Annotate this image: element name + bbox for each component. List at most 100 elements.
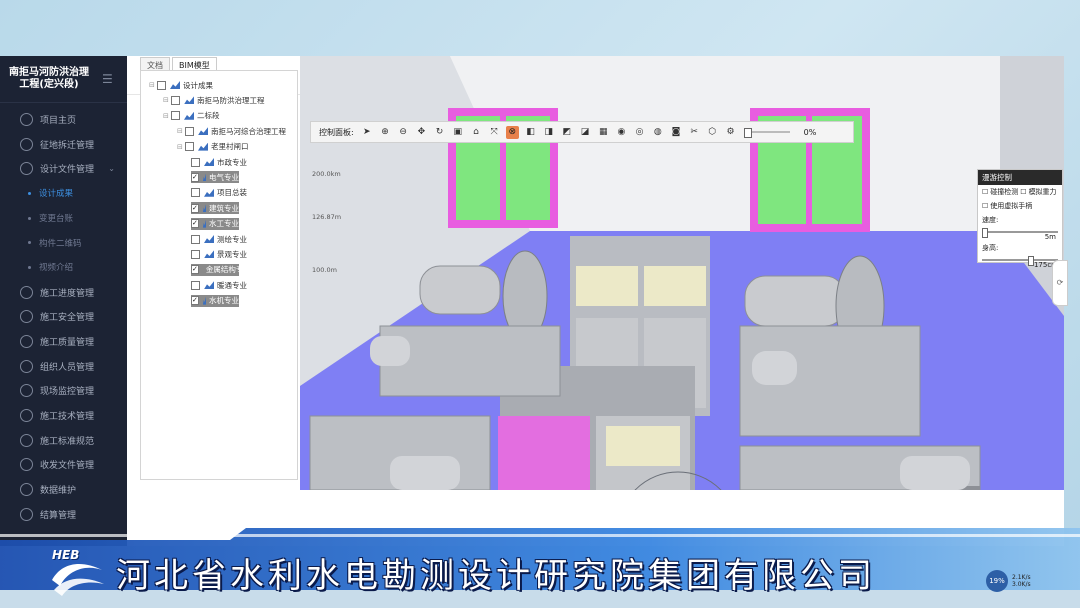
app-title: 南拒马河防洪治理工程(定兴段) — [9, 67, 89, 90]
measure-icon[interactable]: ⌂ — [469, 126, 482, 139]
box-icon[interactable]: ◨ — [542, 126, 555, 139]
tree-node[interactable]: 市政专业 — [191, 156, 247, 168]
tree-node[interactable]: ✓ 建筑专业 — [191, 202, 239, 215]
height-row: 身高: — [978, 241, 1062, 255]
tree-node[interactable]: 项目总装 — [191, 187, 247, 199]
sidebar-item[interactable]: 施工标准规范 — [0, 428, 127, 453]
sidebar-item[interactable]: 结算管理 — [0, 502, 127, 527]
sidebar: 南拒马河防洪治理工程(定兴段) ☰ 项目主页征地拆迁管理设计文件管理 ⌄ 设计成果变… — [0, 56, 127, 546]
tree-checkbox[interactable] — [191, 234, 200, 244]
tree-toggle-icon[interactable]: ⊟ — [163, 96, 171, 104]
sidebar-item[interactable]: 视频介绍 — [0, 255, 127, 280]
tree-node[interactable]: 景观专业 — [191, 248, 247, 260]
model-tree: ⊟ 设计成果 ⊟ 南拒马防洪治理工程 ⊟ 二标段 ⊟ 南拒马河综合治理工程 ⊟ 老里村闸口市政专业… — [140, 70, 298, 480]
fit-icon[interactable]: ⤧ — [488, 126, 501, 139]
box-2-icon[interactable]: ◩ — [560, 126, 573, 139]
box-3-icon[interactable]: ◪ — [579, 126, 592, 139]
model-icon — [184, 96, 194, 105]
cube-icon[interactable]: ◧ — [524, 126, 537, 139]
menu-icon — [20, 458, 33, 472]
scissors-icon[interactable]: ✂ — [688, 126, 701, 139]
sidebar-item[interactable]: 项目主页 — [0, 107, 127, 132]
sidebar-item-label: 组织人员管理 — [40, 362, 95, 373]
sidebar-item-label: 项目主页 — [40, 115, 77, 126]
collision-checkbox[interactable]: ☐ — [982, 188, 988, 196]
tree-node[interactable]: ✓ 水机专业 — [191, 294, 239, 307]
tree-node[interactable]: 测绘专业 — [191, 233, 247, 245]
joystick-label: 使用虚拟手柄 — [990, 202, 1033, 210]
refresh-side-tab[interactable]: ⟳ — [1052, 260, 1068, 306]
cancel-icon[interactable]: ⊗ — [505, 125, 519, 139]
tree-checkbox[interactable]: ✓ — [191, 265, 199, 275]
sidebar-item[interactable]: 施工技术管理 — [0, 403, 127, 428]
tree-node[interactable]: ⊟ 老里村闸口 — [177, 141, 249, 153]
tree-node-label: 暖通专业 — [217, 280, 247, 290]
select-icon[interactable]: ➤ — [360, 126, 373, 139]
eye-2-icon[interactable]: ◍ — [651, 126, 664, 139]
tree-toggle-icon[interactable]: ⊟ — [149, 81, 157, 89]
model-icon[interactable]: ⬡ — [706, 126, 719, 139]
tree-checkbox[interactable] — [185, 142, 194, 152]
sidebar-item-label: 设计成果 — [39, 189, 74, 200]
sidebar-item-label: 征地拆迁管理 — [40, 140, 95, 151]
sidebar-item-label: 视频介绍 — [39, 263, 74, 274]
sidebar-item[interactable]: 变更台账 — [0, 206, 127, 231]
tree-checkbox[interactable] — [185, 126, 194, 136]
menu-icon — [20, 507, 33, 521]
menu-icon — [20, 335, 33, 349]
tree-checkbox[interactable] — [191, 188, 200, 198]
eye-icon[interactable]: ◎ — [633, 126, 646, 139]
tree-node[interactable]: ⊟ 设计成果 — [149, 79, 213, 91]
grid-icon[interactable]: ▦ — [597, 126, 610, 139]
sidebar-item[interactable]: 施工质量管理 — [0, 329, 127, 354]
sidebar-item[interactable]: 设计文件管理 ⌄ — [0, 156, 127, 181]
menu-toggle-icon[interactable]: ☰ — [102, 72, 113, 86]
zoom-out-icon[interactable]: ⊖ — [397, 126, 410, 139]
tree-checkbox[interactable] — [157, 80, 166, 90]
tree-checkbox[interactable]: ✓ — [191, 203, 199, 213]
tree-node[interactable]: 暖通专业 — [191, 279, 247, 291]
tree-node[interactable]: ⊟ 南拒马河综合治理工程 — [177, 125, 286, 137]
transparency-slider[interactable] — [743, 128, 790, 138]
settings-icon[interactable]: ⚙ — [724, 126, 737, 139]
sidebar-item[interactable]: 征地拆迁管理 — [0, 132, 127, 157]
speed-slider[interactable] — [982, 228, 1058, 238]
sidebar-item[interactable]: 施工安全管理 — [0, 305, 127, 330]
sidebar-item[interactable]: 收发文件管理 — [0, 453, 127, 478]
sidebar-item[interactable]: 构件二维码 — [0, 230, 127, 255]
tree-toggle-icon[interactable]: ⊟ — [177, 143, 185, 151]
zoom-in-icon[interactable]: ⊕ — [378, 126, 391, 139]
tree-checkbox[interactable]: ✓ — [191, 296, 199, 306]
tree-checkbox[interactable] — [191, 249, 200, 259]
sidebar-item[interactable]: 设计成果 — [0, 181, 127, 206]
sidebar-item[interactable]: 施工进度管理 — [0, 280, 127, 305]
tree-checkbox[interactable] — [191, 280, 200, 290]
joystick-checkbox[interactable]: ☐ — [982, 202, 988, 210]
tree-node[interactable]: ⊟ 二标段 — [163, 110, 220, 122]
tree-node[interactable]: ✓ 金属结构专业 — [191, 263, 251, 276]
height-slider[interactable] — [982, 256, 1058, 266]
tree-checkbox[interactable] — [171, 95, 180, 105]
tree-checkbox[interactable] — [171, 111, 180, 121]
sidebar-item[interactable]: 现场监控管理 — [0, 379, 127, 404]
rotate-icon[interactable]: ↻ — [433, 126, 446, 139]
sidebar-item[interactable]: 组织人员管理 — [0, 354, 127, 379]
tree-checkbox[interactable] — [191, 157, 200, 167]
tree-checkbox[interactable]: ✓ — [191, 172, 199, 182]
section-icon[interactable]: ▣ — [451, 126, 464, 139]
tree-toggle-icon[interactable]: ⊟ — [163, 112, 171, 120]
layer-icon[interactable]: ◉ — [615, 126, 628, 139]
tree-node[interactable]: ⊟ 南拒马防洪治理工程 — [163, 94, 265, 106]
brand: 南拒马河防洪治理工程(定兴段) ☰ — [0, 56, 127, 103]
speed-row: 速度: — [978, 213, 1062, 227]
tree-node[interactable]: ✓ 电气专业 — [191, 171, 239, 184]
tree-toggle-icon[interactable]: ⊟ — [177, 127, 185, 135]
camera-icon[interactable]: ◙ — [669, 126, 682, 139]
tree-checkbox[interactable]: ✓ — [191, 219, 199, 229]
sidebar-item-label: 构件二维码 — [39, 238, 82, 249]
tree-node[interactable]: ✓ 水工专业 — [191, 217, 239, 230]
gravity-checkbox[interactable]: ☐ — [1020, 188, 1026, 196]
sidebar-item[interactable]: 数据维护 — [0, 477, 127, 502]
sidebar-item-label: 施工标准规范 — [40, 436, 95, 447]
pan-icon[interactable]: ✥ — [415, 126, 428, 139]
